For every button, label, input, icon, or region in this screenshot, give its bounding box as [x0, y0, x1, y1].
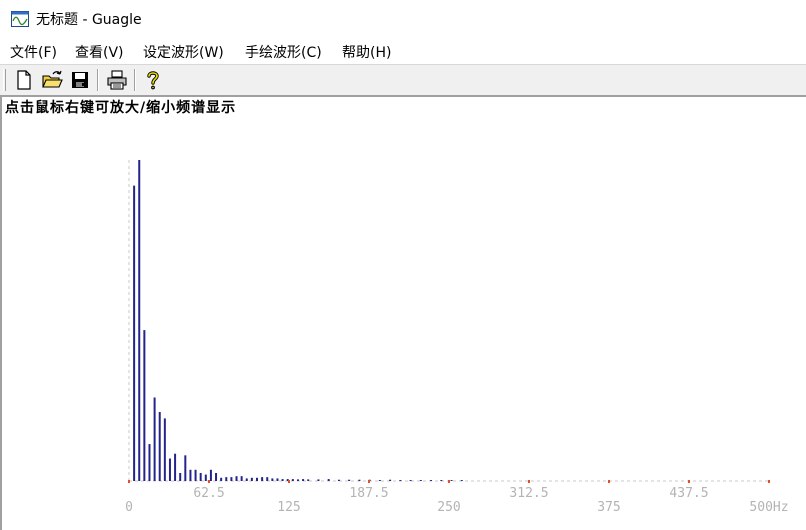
chart-axes — [128, 160, 769, 482]
x-axis-labels: 0 62.5 125 187.5 250 312.5 375 437.5 500Hz — [125, 486, 788, 515]
app-window: 无标题 - Guagle 文件(F) 查看(V) 设定波形(W) 手绘波形(C)… — [0, 0, 806, 530]
spectrum-bars — [133, 160, 463, 481]
x-tick-label: 187.5 — [349, 486, 388, 501]
x-tick-label: 375 — [597, 500, 620, 515]
x-tick-label: 62.5 — [193, 486, 224, 501]
x-tick-label: 437.5 — [669, 486, 708, 501]
spectrum-chart: 0 62.5 125 187.5 250 312.5 375 437.5 500Hz — [125, 160, 789, 515]
x-tick-label: 125 — [277, 500, 300, 515]
x-tick-label: 500Hz — [749, 500, 788, 515]
x-tick-label: 250 — [437, 500, 460, 515]
x-tick-label: 312.5 — [509, 486, 548, 501]
x-tick-label: 0 — [125, 500, 133, 515]
